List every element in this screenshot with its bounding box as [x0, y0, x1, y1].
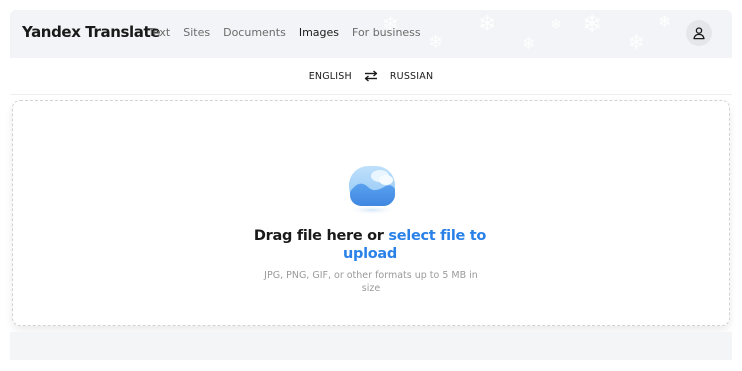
upload-headline-text: Drag file here or — [253, 228, 389, 244]
image-icon — [346, 166, 398, 215]
nav-item-text[interactable]: Text — [148, 26, 170, 39]
target-language-selector[interactable]: RUSSIAN — [390, 71, 433, 82]
upload-format-hint: JPG, PNG, GIF, or other formats up to 5 … — [264, 270, 478, 294]
source-language-selector[interactable]: ENGLISH — [309, 71, 352, 82]
footer-strip — [10, 332, 732, 360]
nav-item-documents[interactable]: Documents — [223, 26, 286, 39]
page: ❄ ❄ ❄ ❄ ❄ ❄ ❄ ❄ Yandex Translate Text Si… — [0, 0, 742, 371]
snowflake-icon: ❄ — [550, 17, 562, 33]
upload-headline: Drag file here or select file to upload — [250, 227, 490, 263]
snowflake-icon: ❄ — [582, 10, 603, 38]
app-logo[interactable]: Yandex Translate — [22, 23, 160, 41]
snowflake-icon: ❄ — [628, 30, 645, 54]
nav-item-sites[interactable]: Sites — [183, 26, 210, 39]
main-nav: Text Sites Documents Images For business — [148, 26, 434, 39]
snowflake-icon: ❄ — [478, 12, 497, 37]
user-icon — [693, 27, 705, 40]
top-header: ❄ ❄ ❄ ❄ ❄ ❄ ❄ ❄ Yandex Translate Text Si… — [10, 10, 732, 58]
swap-arrows-icon — [364, 70, 378, 82]
swap-languages-button[interactable] — [364, 69, 378, 83]
snowflake-icon: ❄ — [658, 12, 672, 31]
nav-item-for-business[interactable]: For business — [352, 26, 421, 39]
language-bar: ENGLISH RUSSIAN — [10, 58, 732, 95]
account-button[interactable] — [686, 20, 712, 46]
snowflake-icon: ❄ — [522, 34, 536, 53]
nav-item-images[interactable]: Images — [299, 26, 339, 39]
